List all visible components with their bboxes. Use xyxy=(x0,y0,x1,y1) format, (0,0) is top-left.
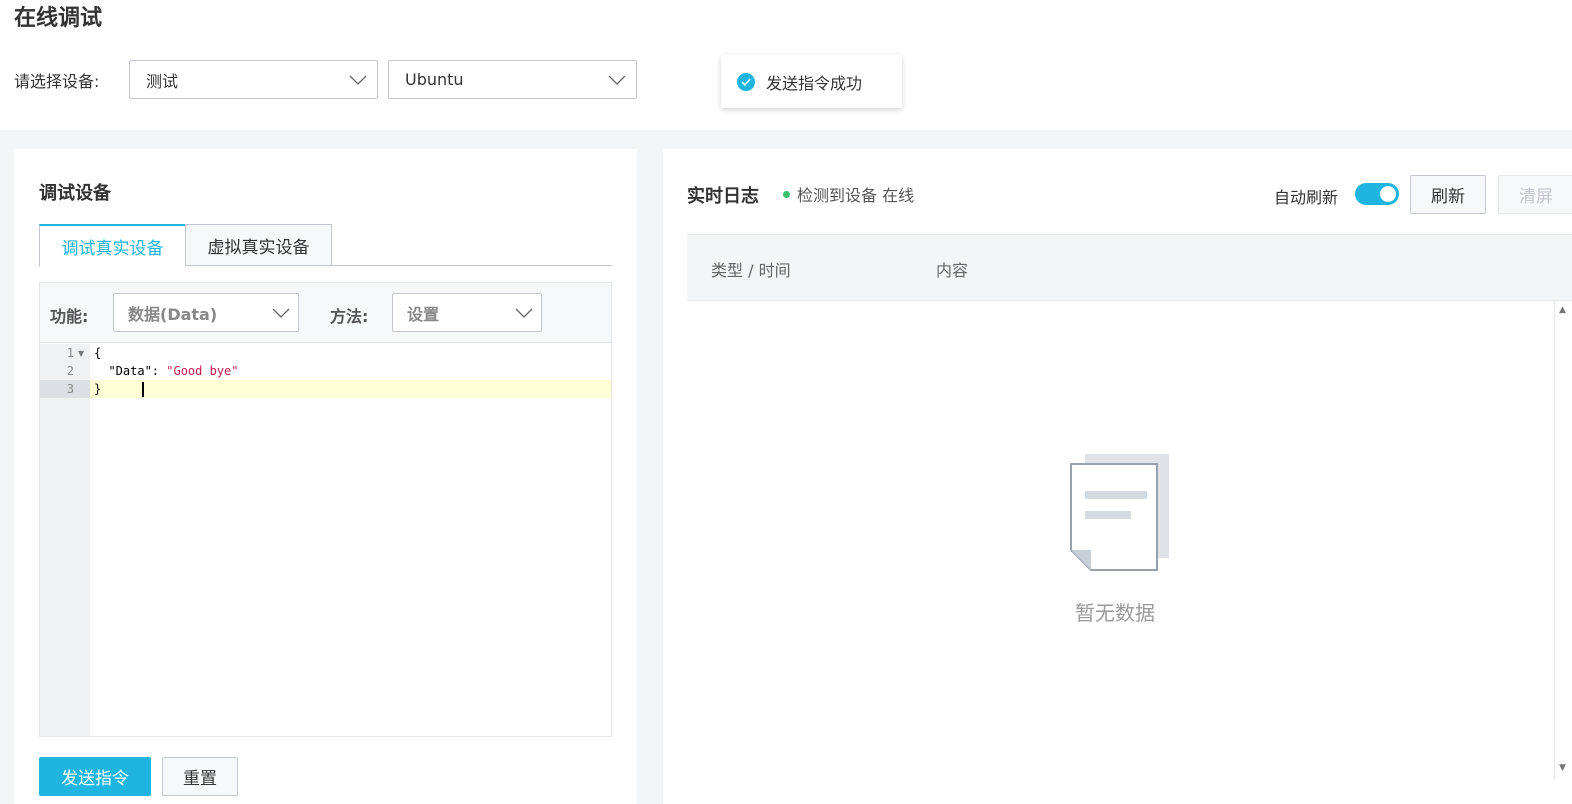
clear-button[interactable]: 清屏 xyxy=(1498,175,1572,214)
code-key: "Data": xyxy=(94,364,167,378)
code-line[interactable]: "Data": "Good bye" xyxy=(94,364,239,378)
toggle-knob xyxy=(1380,186,1396,202)
send-command-button[interactable]: 发送指令 xyxy=(39,757,151,796)
debug-panel-title: 调试设备 xyxy=(39,183,111,204)
line-number: 3 xyxy=(66,382,74,396)
method-label: 方法: xyxy=(330,307,369,326)
online-status-dot xyxy=(783,191,790,198)
product-select[interactable]: 测试 xyxy=(129,60,378,99)
log-scrollbar[interactable]: ▲ ▼ xyxy=(1554,301,1572,779)
active-line-highlight xyxy=(90,380,611,398)
chevron-down-icon xyxy=(608,75,626,85)
scroll-up-arrow-icon[interactable]: ▲ xyxy=(1559,305,1566,315)
empty-document-icon xyxy=(1070,454,1169,571)
line-gutter xyxy=(40,344,90,736)
code-string: "Good bye" xyxy=(166,364,239,378)
debug-panel: 调试设备 调试真实设备 虚拟真实设备 功能: 数据(Data) 方法: 设置 1… xyxy=(14,149,637,804)
product-select-value: 测试 xyxy=(146,71,179,91)
empty-state-text: 暂无数据 xyxy=(1075,601,1155,625)
page-title: 在线调试 xyxy=(14,6,103,31)
text-cursor xyxy=(142,382,144,397)
function-bar: 功能: 数据(Data) 方法: 设置 xyxy=(40,283,611,343)
log-panel-title: 实时日志 xyxy=(687,186,759,207)
command-editor: 功能: 数据(Data) 方法: 设置 1 ▼ 2 3 { "Data": "G… xyxy=(39,282,612,737)
code-line[interactable]: { xyxy=(94,346,101,360)
chevron-down-icon xyxy=(349,75,367,85)
device-select-label: 请选择设备: xyxy=(14,72,100,91)
method-select-value: 设置 xyxy=(407,304,440,324)
debug-tabs: 调试真实设备 虚拟真实设备 xyxy=(39,224,612,267)
function-select-value: 数据(Data) xyxy=(128,304,218,324)
reset-button[interactable]: 重置 xyxy=(162,757,238,796)
toast-text: 发送指令成功 xyxy=(766,73,863,93)
scroll-down-arrow-icon[interactable]: ▼ xyxy=(1559,763,1566,773)
chevron-down-icon xyxy=(272,308,290,318)
fold-arrow-icon[interactable]: ▼ xyxy=(78,349,84,358)
method-select[interactable]: 设置 xyxy=(392,293,542,332)
function-select[interactable]: 数据(Data) xyxy=(113,293,299,332)
chevron-down-icon xyxy=(515,308,533,318)
device-select-value: Ubuntu xyxy=(405,70,464,89)
log-panel: 实时日志 检测到设备 在线 自动刷新 刷新 清屏 类型 / 时间 内容 ▲ ▼ … xyxy=(663,149,1572,804)
auto-refresh-toggle[interactable] xyxy=(1355,183,1399,205)
function-label: 功能: xyxy=(50,307,89,326)
tab-real-device[interactable]: 调试真实设备 xyxy=(39,224,186,267)
check-circle-icon xyxy=(737,72,755,91)
column-header-type-time: 类型 / 时间 xyxy=(711,261,791,280)
device-select[interactable]: Ubuntu xyxy=(388,60,637,99)
device-select-row: 请选择设备: xyxy=(14,60,113,100)
device-status-text: 检测到设备 在线 xyxy=(797,186,915,205)
line-number: 2 xyxy=(66,364,74,378)
tab-virtual-device[interactable]: 虚拟真实设备 xyxy=(185,224,332,266)
auto-refresh-label: 自动刷新 xyxy=(1274,188,1339,207)
code-line[interactable]: } xyxy=(94,382,101,396)
refresh-button[interactable]: 刷新 xyxy=(1410,175,1486,214)
column-header-content: 内容 xyxy=(936,261,969,280)
line-number: 1 xyxy=(66,346,74,360)
success-toast: 发送指令成功 xyxy=(721,55,902,108)
log-table-header: 类型 / 时间 内容 xyxy=(687,234,1572,301)
